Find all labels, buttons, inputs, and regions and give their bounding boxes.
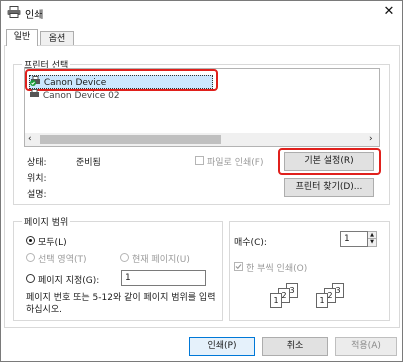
tab-options-label: 옵션 [48,34,66,44]
horizontal-scrollbar[interactable]: ‹ › [25,133,379,146]
current-page-label: 현재 페이지(U) [132,255,190,265]
page-range-radio[interactable] [26,274,35,283]
selection-radio[interactable] [26,253,35,262]
printer-item[interactable]: Canon Device [29,75,213,89]
printer-ready-icon [30,76,40,86]
tab-general-label: 일반 [13,32,31,42]
comment-label: 설명: [27,190,47,200]
collate-label: 한 부씩 인쇄(O) [246,264,308,274]
tab-options[interactable]: 옵션 [40,31,74,46]
cancel-button[interactable]: 취소 [262,337,328,356]
chevron-left-icon[interactable]: ‹ [28,133,32,146]
chevron-down-icon[interactable]: ▼ [368,239,377,247]
status-label: 상태: [27,158,47,168]
print-to-file-label: 파일로 인쇄(F) [207,158,264,168]
tab-general[interactable]: 일반 [6,29,38,46]
collate-illustration: 3 2 1 3 2 1 [270,283,370,313]
page-range-label: 페이지 지정(G): [38,276,100,286]
printer-item-label: Canon Device [43,78,107,88]
status-value: 준비됨 [76,158,101,168]
close-button[interactable]: ✕ [381,4,397,20]
title-bar [1,1,402,27]
close-icon: ✕ [383,4,395,19]
pages-input[interactable]: 1 [121,270,206,286]
find-printer-button[interactable]: 프린터 찾기(D)... [284,178,374,197]
printer-icon [7,6,21,18]
chevron-right-icon[interactable]: › [369,133,373,146]
print-to-file-checkbox[interactable] [195,156,204,165]
all-pages-radio[interactable] [26,236,35,245]
copies-stepper[interactable]: ▲ ▼ [368,231,377,247]
preferences-button[interactable]: 기본 설정(R) [284,152,374,171]
all-pages-label: 모두(L) [38,238,67,248]
copies-input[interactable]: 1 [340,231,368,247]
printer-icon [30,89,39,97]
printer-item[interactable]: Canon Device 02 [29,89,120,101]
printer-item-label: Canon Device 02 [42,91,120,101]
scrollbar-thumb[interactable] [40,135,221,144]
apply-button[interactable]: 적용(A) [335,337,397,356]
window-title: 인쇄 [25,10,44,21]
selection-label: 선택 영역(T) [38,255,87,265]
page-range-legend: 페이지 범위 [22,215,71,228]
chevron-up-icon[interactable]: ▲ [368,231,377,239]
location-label: 위치: [27,174,47,184]
collate-checkbox[interactable] [234,262,243,271]
print-button[interactable]: 인쇄(P) [189,337,255,356]
page-range-hint: 페이지 번호 또는 5-12와 같이 페이지 범위를 입력하십시오. [26,293,216,315]
current-page-radio[interactable] [120,253,129,262]
copies-label: 매수(C): [234,238,267,248]
